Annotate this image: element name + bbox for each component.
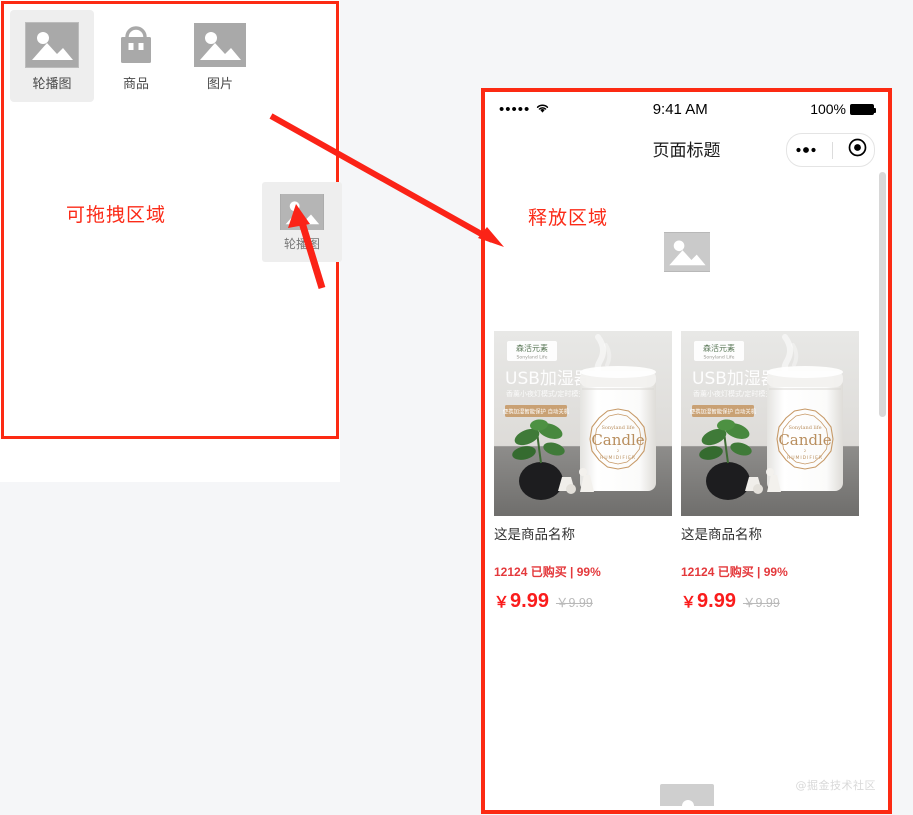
goods-meta: 12124 已购买 | 99% bbox=[681, 565, 788, 580]
goods-price-original: ￥9.99 bbox=[555, 596, 593, 611]
palette-item-goods[interactable]: 商品 bbox=[94, 10, 178, 102]
price-value: 9.99 bbox=[697, 590, 736, 613]
page-title: 页面标题 bbox=[652, 140, 721, 160]
goods-name: 这是商品名称 bbox=[494, 527, 575, 542]
goods-meta: 12124 已购买 | 99% bbox=[494, 565, 601, 580]
goods-price-row: ￥9.99 ￥9.99 bbox=[494, 590, 672, 613]
svg-text:USB加湿器: USB加湿器 bbox=[505, 369, 591, 389]
goods-price-current: ￥9.99 bbox=[494, 590, 549, 613]
drop-area-hint: 释放区域 bbox=[528, 207, 609, 229]
status-bar: ••••• 9:41 AM 100% bbox=[485, 92, 888, 126]
watermark: @掘金技术社区 bbox=[795, 779, 876, 792]
price-value: 9.99 bbox=[510, 590, 549, 613]
svg-text:HUMIDIFIER: HUMIDIFIER bbox=[600, 455, 636, 461]
goods-price-row: ￥9.99 ￥9.99 bbox=[681, 590, 859, 613]
goods-grid: 森活元素 Sonyland Life USB加湿器 香薰小夜灯模式/定时模式 便… bbox=[485, 331, 888, 613]
svg-text:便携加湿智能保护 自动关机: 便携加湿智能保护 自动关机 bbox=[503, 408, 570, 416]
svg-text:2: 2 bbox=[804, 449, 806, 453]
image-placeholder-icon bbox=[25, 21, 79, 68]
wechat-capsule-button[interactable] bbox=[786, 133, 875, 167]
svg-text:森活元素: 森活元素 bbox=[516, 343, 548, 353]
svg-text:Candle: Candle bbox=[591, 431, 644, 449]
signal-dots-icon: ••••• bbox=[499, 100, 531, 118]
currency-symbol: ￥ bbox=[681, 594, 697, 612]
palette-item-label: 轮播图 bbox=[32, 75, 72, 91]
target-icon[interactable] bbox=[848, 138, 867, 162]
svg-text:Candle: Candle bbox=[778, 431, 831, 449]
svg-text:HUMIDIFIER: HUMIDIFIER bbox=[787, 455, 823, 461]
preview-scrollbar[interactable] bbox=[879, 172, 886, 417]
status-bar-left: ••••• bbox=[499, 101, 550, 117]
battery-icon bbox=[850, 103, 876, 115]
goods-card[interactable]: 森活元素 Sonyland Life USB加湿器 香薰小夜灯模式/定时模式 便… bbox=[494, 331, 672, 613]
shopping-bag-icon bbox=[113, 23, 159, 67]
currency-symbol: ￥ bbox=[494, 594, 510, 612]
palette-item-label: 图片 bbox=[206, 75, 233, 91]
goods-card[interactable]: 森活元素 Sonyland Life USB加湿器 香薰小夜灯模式/定时模式 便… bbox=[681, 331, 859, 613]
image-placeholder-icon bbox=[194, 22, 246, 67]
draggable-source-panel[interactable]: 轮播图 商品 图片 可拖拽区域 轮播图 bbox=[1, 1, 342, 439]
nav-bar: 页面标题 bbox=[485, 126, 888, 170]
svg-text:Sonyland Life: Sonyland Life bbox=[516, 355, 547, 361]
svg-text:香薰小夜灯模式/定时模式: 香薰小夜灯模式/定时模式 bbox=[506, 389, 585, 398]
drag-ghost-item[interactable]: 轮播图 bbox=[262, 182, 342, 262]
battery-percent-label: 100% bbox=[810, 101, 846, 117]
svg-text:香薰小夜灯模式/定时模式: 香薰小夜灯模式/定时模式 bbox=[693, 389, 772, 398]
image-placeholder-icon bbox=[659, 784, 714, 806]
goods-price-current: ￥9.99 bbox=[681, 590, 736, 613]
svg-text:USB加湿器: USB加湿器 bbox=[692, 369, 778, 389]
image-placeholder-icon bbox=[663, 232, 710, 272]
phone-preview-frame: ••••• 9:41 AM 100% 页面标题 释放区域 森活元素 Sonyla… bbox=[481, 88, 892, 814]
palette-item-carousel[interactable]: 轮播图 bbox=[10, 10, 94, 102]
goods-image: 森活元素 Sonyland Life USB加湿器 香薰小夜灯模式/定时模式 便… bbox=[494, 331, 672, 516]
goods-image: 森活元素 Sonyland Life USB加湿器 香薰小夜灯模式/定时模式 便… bbox=[681, 331, 859, 516]
phone-screen: ••••• 9:41 AM 100% 页面标题 释放区域 森活元素 Sonyla… bbox=[485, 92, 888, 810]
ellipsis-icon[interactable] bbox=[795, 141, 817, 159]
capsule-divider bbox=[831, 141, 833, 159]
status-bar-time: 9:41 AM bbox=[652, 100, 708, 118]
placeholder-dot bbox=[681, 800, 694, 806]
component-palette: 轮播图 商品 图片 bbox=[10, 10, 262, 102]
drag-area-hint: 可拖拽区域 bbox=[66, 204, 167, 226]
status-bar-right: 100% bbox=[810, 101, 876, 117]
svg-text:Sonyland Life: Sonyland Life bbox=[703, 355, 734, 361]
wifi-icon bbox=[535, 101, 550, 117]
svg-text:便携加湿智能保护 自动关机: 便携加湿智能保护 自动关机 bbox=[690, 408, 757, 416]
left-canvas: 轮播图 商品 图片 可拖拽区域 轮播图 bbox=[0, 0, 342, 482]
svg-text:2: 2 bbox=[617, 449, 619, 453]
drag-ghost-label: 轮播图 bbox=[283, 237, 320, 251]
palette-item-label: 商品 bbox=[122, 75, 149, 91]
goods-name: 这是商品名称 bbox=[681, 527, 762, 542]
image-placeholder-icon bbox=[280, 194, 324, 230]
palette-item-image[interactable]: 图片 bbox=[178, 10, 262, 102]
goods-price-original: ￥9.99 bbox=[742, 596, 780, 611]
svg-text:森活元素: 森活元素 bbox=[703, 343, 735, 353]
